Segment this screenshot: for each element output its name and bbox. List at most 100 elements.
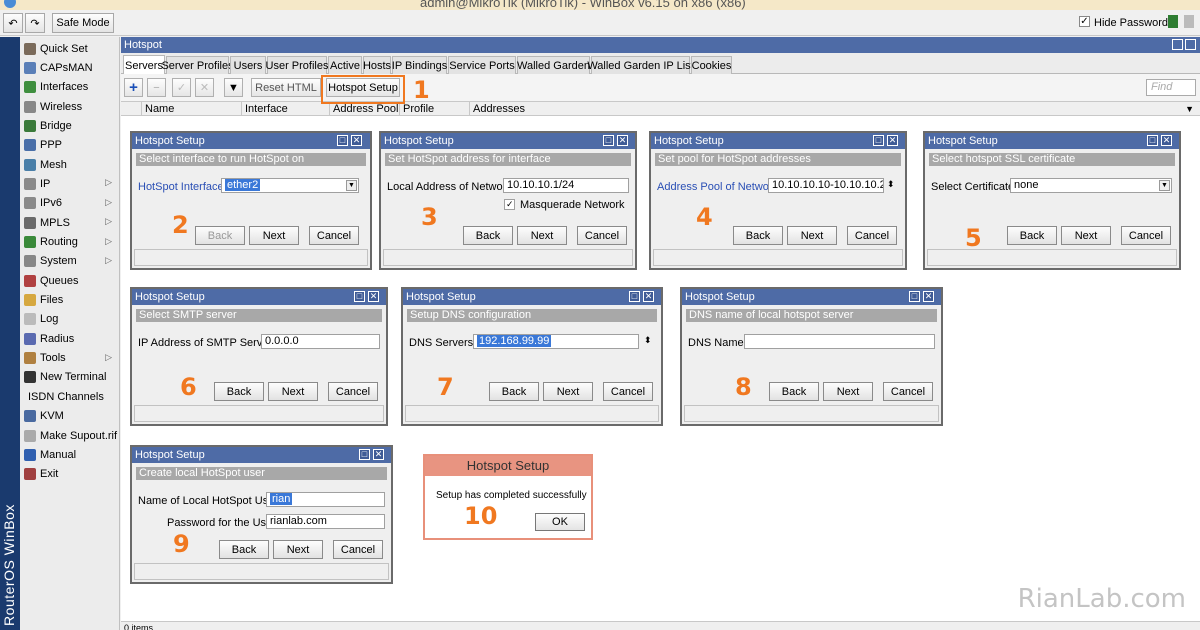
- dns-name-input[interactable]: [744, 334, 935, 349]
- smtp-address-input[interactable]: 0.0.0.0: [261, 334, 380, 349]
- cancel-button[interactable]: Cancel: [309, 226, 359, 245]
- sidebar-item-kvm[interactable]: KVM: [20, 407, 120, 426]
- sidebar-item-queues[interactable]: Queues: [20, 271, 120, 290]
- close-icon[interactable]: ✕: [617, 135, 628, 146]
- maximize-icon[interactable]: [1172, 39, 1183, 50]
- back-button[interactable]: Back: [214, 382, 264, 401]
- sidebar-item-new-terminal[interactable]: New Terminal: [20, 368, 120, 387]
- restore-icon[interactable]: □: [629, 291, 640, 302]
- cancel-button[interactable]: Cancel: [333, 540, 383, 559]
- safe-mode-button[interactable]: Safe Mode: [52, 13, 114, 33]
- sidebar-item-mpls[interactable]: MPLS ▷: [20, 213, 120, 232]
- hide-passwords-checkbox[interactable]: ✓: [1079, 16, 1090, 27]
- sidebar-item-quick-set[interactable]: Quick Set: [20, 39, 120, 58]
- next-button[interactable]: Next: [543, 382, 593, 401]
- next-button[interactable]: Next: [273, 540, 323, 559]
- back-button[interactable]: Back: [769, 382, 819, 401]
- sidebar-item-bridge[interactable]: Bridge: [20, 116, 120, 135]
- sidebar-item-wireless[interactable]: Wireless: [20, 97, 120, 116]
- next-button[interactable]: Next: [823, 382, 873, 401]
- certificate-select[interactable]: none ▼: [1010, 178, 1172, 193]
- hotspot-interface-select[interactable]: ether2 ▼: [221, 178, 359, 193]
- sidebar-item-ip[interactable]: IP ▷: [20, 174, 120, 193]
- tab-server-profiles[interactable]: Server Profiles: [161, 56, 234, 74]
- disable-button[interactable]: ✕: [195, 78, 214, 97]
- spinner-icon[interactable]: ⬍: [887, 179, 895, 190]
- add-button[interactable]: +: [124, 78, 143, 97]
- sidebar-item-routing[interactable]: Routing ▷: [20, 233, 120, 252]
- next-button[interactable]: Next: [268, 382, 318, 401]
- reset-html-button[interactable]: Reset HTML: [251, 78, 321, 97]
- column-header-name[interactable]: Name: [141, 102, 241, 116]
- cancel-button[interactable]: Cancel: [577, 226, 627, 245]
- column-header-selector[interactable]: [121, 102, 141, 116]
- back-button[interactable]: Back: [219, 540, 269, 559]
- cancel-button[interactable]: Cancel: [603, 382, 653, 401]
- restore-icon[interactable]: □: [337, 135, 348, 146]
- sidebar-item-files[interactable]: Files: [20, 291, 120, 310]
- sidebar-item-ipv6[interactable]: IPv6 ▷: [20, 194, 120, 213]
- redo-button[interactable]: ↷: [25, 13, 45, 33]
- close-icon[interactable]: ✕: [351, 135, 362, 146]
- restore-icon[interactable]: □: [909, 291, 920, 302]
- close-icon[interactable]: ✕: [1161, 135, 1172, 146]
- sidebar-item-radius[interactable]: Radius: [20, 329, 120, 348]
- restore-icon[interactable]: □: [873, 135, 884, 146]
- sidebar-item-system[interactable]: System ▷: [20, 252, 120, 271]
- masquerade-checkbox[interactable]: ✓: [504, 199, 515, 210]
- sidebar-item-manual[interactable]: Manual: [20, 445, 120, 464]
- sidebar-item-ppp[interactable]: PPP: [20, 136, 120, 155]
- remove-button[interactable]: −: [147, 78, 166, 97]
- restore-icon[interactable]: □: [1147, 135, 1158, 146]
- next-button[interactable]: Next: [249, 226, 299, 245]
- sidebar-item-capsman[interactable]: CAPsMAN: [20, 58, 120, 77]
- sidebar-item-log[interactable]: Log: [20, 310, 120, 329]
- close-icon[interactable]: ✕: [373, 449, 384, 460]
- sidebar-item-make-supout-rif[interactable]: Make Supout.rif: [20, 426, 120, 445]
- column-header-address-pool[interactable]: Address Pool: [329, 102, 399, 116]
- cancel-button[interactable]: Cancel: [883, 382, 933, 401]
- find-input[interactable]: Find: [1146, 79, 1196, 96]
- back-button[interactable]: Back: [195, 226, 245, 245]
- restore-icon[interactable]: □: [359, 449, 370, 460]
- close-icon[interactable]: ✕: [923, 291, 934, 302]
- tab-service-ports[interactable]: Service Ports: [448, 56, 516, 74]
- tab-user-profiles[interactable]: User Profiles: [266, 56, 328, 74]
- ok-button[interactable]: OK: [535, 513, 585, 531]
- sidebar-item-mesh[interactable]: Mesh: [20, 155, 120, 174]
- filter-button[interactable]: ▼: [224, 78, 243, 97]
- enable-button[interactable]: ✓: [172, 78, 191, 97]
- tab-walled-garden-ip-list[interactable]: Walled Garden IP List: [587, 56, 694, 74]
- restore-icon[interactable]: □: [354, 291, 365, 302]
- sidebar-item-tools[interactable]: Tools ▷: [20, 349, 120, 368]
- next-button[interactable]: Next: [1061, 226, 1111, 245]
- back-button[interactable]: Back: [489, 382, 539, 401]
- cancel-button[interactable]: Cancel: [1121, 226, 1171, 245]
- column-header-addresses[interactable]: Addresses: [469, 102, 1174, 116]
- close-icon[interactable]: ✕: [887, 135, 898, 146]
- next-button[interactable]: Next: [787, 226, 837, 245]
- local-user-name-input[interactable]: rian: [266, 492, 385, 507]
- tab-active[interactable]: Active: [328, 56, 362, 74]
- local-address-input[interactable]: 10.10.10.1/24: [503, 178, 629, 193]
- column-header-profile[interactable]: Profile: [399, 102, 469, 116]
- tab-cookies[interactable]: Cookies: [691, 56, 732, 74]
- sidebar-item-isdn-channels[interactable]: ISDN Channels: [20, 387, 120, 406]
- column-menu-icon[interactable]: ▼: [1185, 102, 1194, 116]
- user-password-input[interactable]: rianlab.com: [266, 514, 385, 529]
- close-icon[interactable]: [1185, 39, 1196, 50]
- cancel-button[interactable]: Cancel: [847, 226, 897, 245]
- next-button[interactable]: Next: [517, 226, 567, 245]
- address-pool-input[interactable]: 10.10.10.10-10.10.10.254: [768, 178, 884, 193]
- tab-hosts[interactable]: Hosts: [363, 56, 391, 74]
- back-button[interactable]: Back: [463, 226, 513, 245]
- sidebar-item-exit[interactable]: Exit: [20, 465, 120, 484]
- tab-servers[interactable]: Servers: [123, 55, 165, 75]
- spinner-icon[interactable]: ⬍: [644, 335, 652, 346]
- undo-button[interactable]: ↶: [3, 13, 23, 33]
- close-icon[interactable]: ✕: [368, 291, 379, 302]
- back-button[interactable]: Back: [1007, 226, 1057, 245]
- column-header-interface[interactable]: Interface: [241, 102, 329, 116]
- back-button[interactable]: Back: [733, 226, 783, 245]
- tab-walled-garden[interactable]: Walled Garden: [517, 56, 590, 74]
